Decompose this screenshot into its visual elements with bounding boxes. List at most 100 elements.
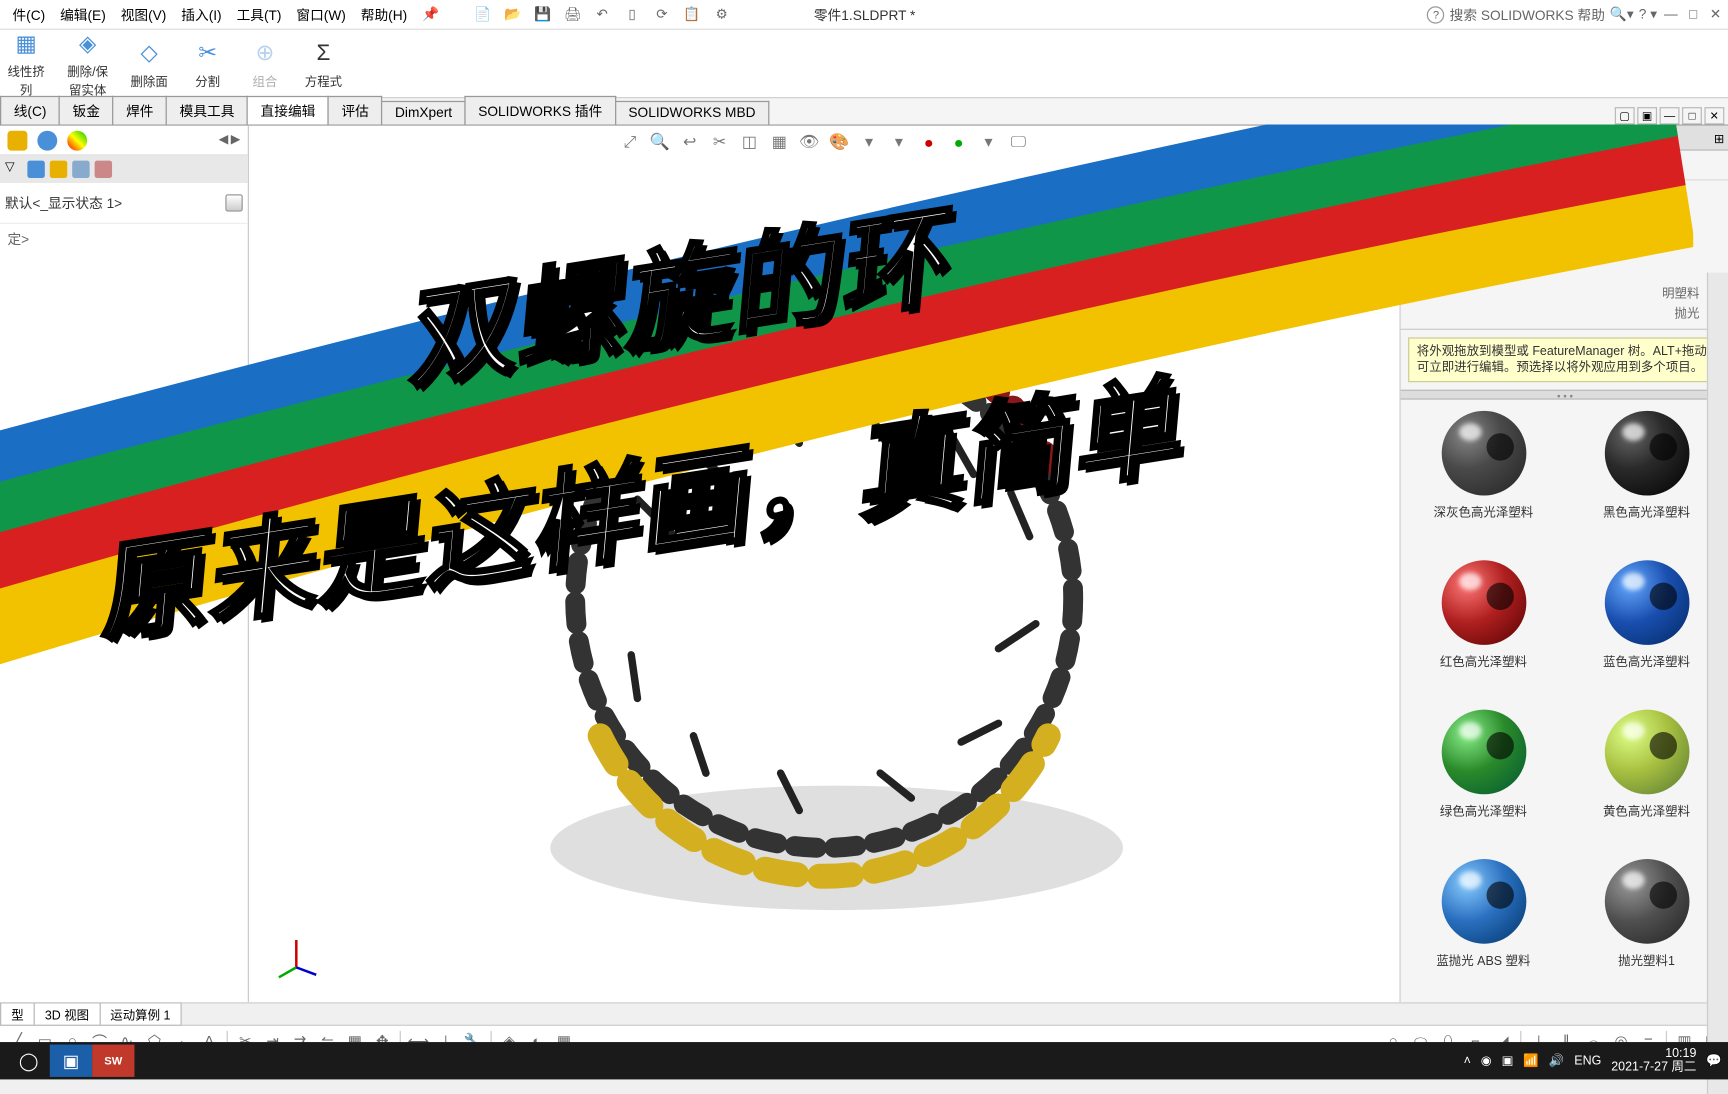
minimize-button[interactable]: —	[1662, 7, 1679, 22]
tab-curves[interactable]: 线(C)	[0, 96, 60, 125]
render-icon2[interactable]: ●	[947, 131, 969, 153]
search-icon[interactable]: 🔍▾	[1610, 6, 1634, 22]
rp-up-icon[interactable]: ↑	[1545, 155, 1565, 175]
tab-dimxpert[interactable]: DimXpert	[381, 101, 465, 125]
options-icon[interactable]: 📋	[681, 3, 703, 25]
fm-forward-icon[interactable]: ▶	[231, 133, 241, 147]
view-settings-icon[interactable]: ▾	[888, 131, 910, 153]
rebuild-icon[interactable]: ⟳	[651, 3, 673, 25]
tab-sheetmetal[interactable]: 钣金	[59, 96, 114, 125]
apply-scene-icon[interactable]: ▾	[858, 131, 880, 153]
tray-volume-icon[interactable]: 🔊	[1549, 1054, 1565, 1068]
home-icon[interactable]: ⌂	[1372, 133, 1397, 158]
notification-icon[interactable]: 💬	[1706, 1054, 1722, 1068]
tree-display-state[interactable]: 默认<_显示状态 1>	[5, 190, 243, 215]
divider-grip[interactable]: • • •	[1401, 390, 1728, 400]
tray-icon2[interactable]: ▣	[1502, 1054, 1514, 1068]
open-icon[interactable]: 📂	[501, 3, 523, 25]
viewport-tile-icon[interactable]: ▢	[1615, 107, 1635, 124]
fm-filter-icon[interactable]: ▽	[5, 161, 22, 178]
tray-icon1[interactable]: ◉	[1481, 1054, 1492, 1068]
taskbar-solidworks[interactable]: SW	[92, 1045, 134, 1077]
save-icon[interactable]: 💾	[531, 3, 553, 25]
ribbon-delete-face[interactable]: ◇删除面	[130, 38, 167, 89]
view-orient-icon[interactable]: ◫	[738, 131, 760, 153]
fm-icon2[interactable]	[50, 161, 67, 178]
tray-chevron-icon[interactable]: ˄	[1464, 1054, 1471, 1068]
fm-icon4[interactable]	[95, 161, 112, 178]
side-icon1[interactable]: ◉	[1372, 166, 1397, 191]
viewport-max-icon[interactable]: □	[1682, 107, 1702, 124]
maximize-button[interactable]: □	[1684, 7, 1701, 22]
tab-moldtools[interactable]: 模具工具	[166, 96, 248, 125]
menu-view[interactable]: 视图(V)	[113, 2, 174, 27]
tab-directedit[interactable]: 直接编辑	[247, 96, 329, 125]
undo-icon[interactable]: ↶	[591, 3, 613, 25]
bottom-tab-motion[interactable]: 运动算例 1	[99, 1002, 182, 1026]
section-view-icon[interactable]: ✂	[708, 131, 730, 153]
fm-back-icon[interactable]: ◀	[219, 133, 229, 147]
tab-weldments[interactable]: 焊件	[112, 96, 167, 125]
ribbon-equations[interactable]: Σ方程式	[305, 38, 342, 89]
swatch-polished1[interactable]: 抛光塑料1	[1571, 855, 1722, 994]
ribbon-split[interactable]: ✂分割	[190, 38, 225, 89]
ribbon-delete-body[interactable]: ◈删除/保 留实体	[67, 29, 108, 99]
rp-fwd-icon[interactable]: ▶	[1435, 155, 1455, 175]
menu-tools[interactable]: 工具(T)	[229, 2, 289, 27]
zoom-fit-icon[interactable]: ⤢	[619, 131, 641, 153]
collapse-icon[interactable]: «	[1406, 128, 1413, 153]
swatch-blue[interactable]: 蓝色高光泽塑料	[1571, 557, 1722, 696]
display-style-icon[interactable]: ▦	[768, 131, 790, 153]
edit-appearance-icon[interactable]: 🎨	[828, 131, 850, 153]
swatch-dark-grey[interactable]: 深灰色高光泽塑料	[1408, 407, 1559, 546]
zoom-area-icon[interactable]: 🔍	[649, 131, 671, 153]
tree-item-fixed[interactable]: 定>	[0, 223, 248, 254]
view-dropdown-icon[interactable]: ▾	[977, 131, 999, 153]
menu-help[interactable]: 帮助(H)	[353, 2, 414, 27]
menu-window[interactable]: 窗口(W)	[289, 2, 353, 27]
swatch-yellow[interactable]: 黄色高光泽塑料	[1571, 706, 1722, 845]
tray-network-icon[interactable]: 📶	[1523, 1054, 1539, 1068]
menu-insert[interactable]: 插入(I)	[174, 2, 229, 27]
search-box[interactable]: 搜索 SOLIDWORKS 帮助	[1450, 4, 1605, 24]
right-sidestrip[interactable]	[1707, 273, 1728, 1094]
help-icon[interactable]: ?	[1427, 6, 1444, 23]
tab-mbd[interactable]: SOLIDWORKS MBD	[615, 101, 769, 125]
swatch-red[interactable]: 红色高光泽塑料	[1408, 557, 1559, 696]
ribbon-combine[interactable]: ⊕组合	[247, 38, 282, 89]
previous-view-icon[interactable]: ↩	[679, 131, 701, 153]
swatch-blue-abs[interactable]: 蓝抛光 ABS 塑料	[1408, 855, 1559, 994]
help-dropdown-icon[interactable]: ? ▾	[1639, 6, 1657, 22]
rp-scene-icon[interactable]: ▦	[1490, 155, 1510, 175]
expand-icon[interactable]: ⊞	[1714, 128, 1724, 153]
fm-icon1[interactable]	[27, 161, 44, 178]
menu-file[interactable]: 件(C)	[5, 2, 53, 27]
bottom-tab-model[interactable]: 型	[0, 1002, 35, 1026]
eye-icon[interactable]	[225, 194, 242, 211]
close-button[interactable]: ✕	[1707, 6, 1724, 22]
swatch-black[interactable]: 黑色高光泽塑料	[1571, 407, 1722, 546]
tab-evaluate[interactable]: 评估	[328, 96, 383, 125]
settings-gear-icon[interactable]: ⚙	[711, 3, 733, 25]
menu-pin-icon[interactable]: 📌	[415, 4, 447, 25]
rp-decal-icon[interactable]: ◫	[1518, 155, 1538, 175]
fm-icon3[interactable]	[72, 161, 89, 178]
render-icon[interactable]: ●	[918, 131, 940, 153]
tab-addins[interactable]: SOLIDWORKS 插件	[465, 96, 616, 125]
rp-back-icon[interactable]: ◀	[1408, 155, 1428, 175]
fm-tab-property-icon[interactable]	[37, 130, 57, 150]
taskbar-clock[interactable]: 10:19 2021-7-27 周二	[1611, 1047, 1696, 1074]
ribbon-linear-pattern[interactable]: ▦线性挤 列	[7, 29, 44, 99]
hide-show-icon[interactable]: 👁	[798, 131, 820, 153]
print-icon[interactable]: 🖨	[561, 3, 583, 25]
fm-tab-feature-icon[interactable]	[7, 130, 27, 150]
new-icon[interactable]: 📄	[472, 3, 494, 25]
taskbar-app1[interactable]: ▣	[50, 1045, 92, 1077]
screen-icon[interactable]: 🖵	[1007, 131, 1029, 153]
viewport-min-icon[interactable]: —	[1660, 107, 1680, 124]
rp-palette-icon[interactable]: 🎨	[1463, 155, 1483, 175]
side-icon2[interactable]: ◫	[1372, 198, 1397, 223]
fm-tab-config-icon[interactable]	[67, 130, 87, 150]
swatch-green[interactable]: 绿色高光泽塑料	[1408, 706, 1559, 845]
menu-edit[interactable]: 编辑(E)	[53, 2, 114, 27]
